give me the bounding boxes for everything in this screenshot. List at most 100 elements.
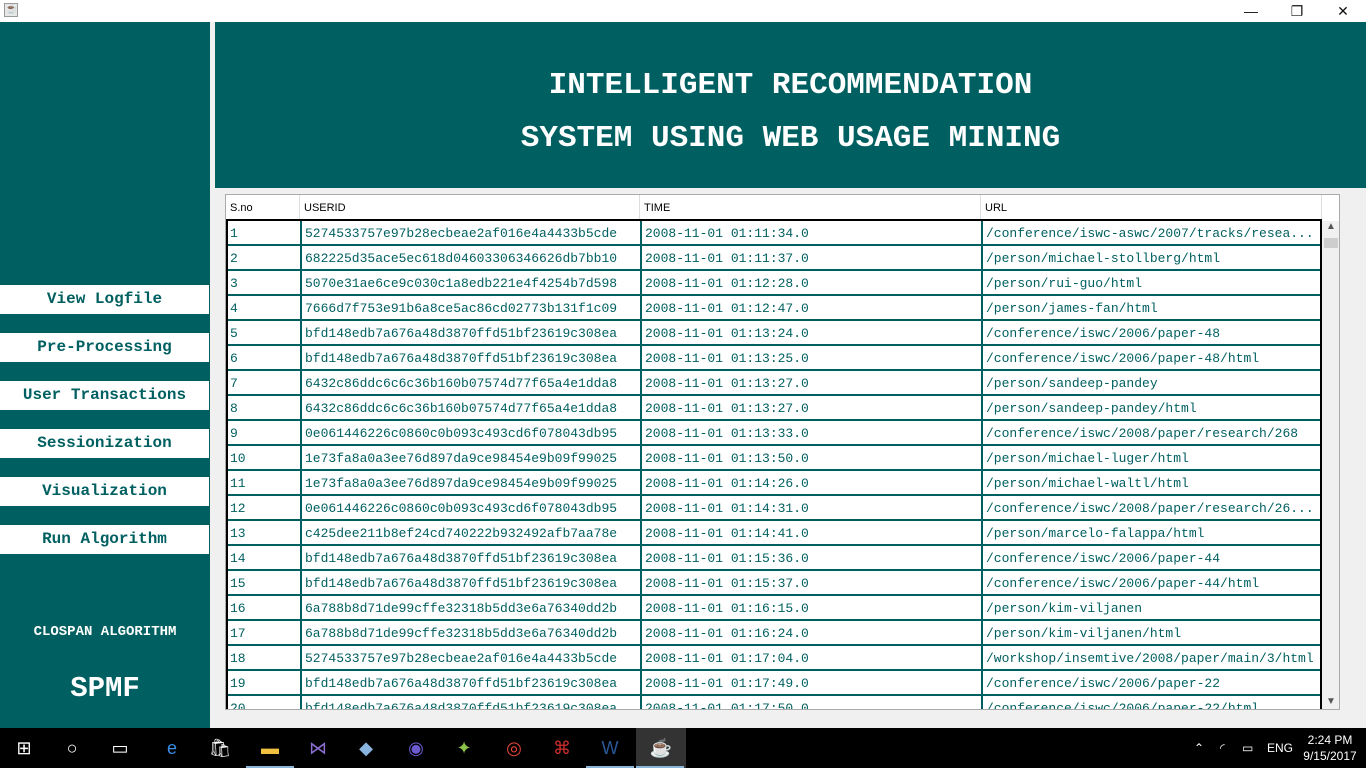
- column-header-url[interactable]: URL: [981, 195, 1322, 219]
- cell-userid[interactable]: bfd148edb7a676a48d3870ffd51bf23619c308ea: [302, 346, 642, 369]
- cell-time[interactable]: 2008-11-01 01:13:50.0: [642, 446, 983, 469]
- file-explorer-icon[interactable]: ▬: [246, 728, 294, 768]
- cell-sno[interactable]: 8: [228, 396, 302, 419]
- visual-studio-icon[interactable]: ⋈: [294, 728, 342, 768]
- cell-time[interactable]: 2008-11-01 01:15:37.0: [642, 571, 983, 594]
- table-row[interactable]: 14 bfd148edb7a676a48d3870ffd51bf23619c308…: [228, 546, 1320, 571]
- table-row[interactable]: 19 bfd148edb7a676a48d3870ffd51bf23619c308…: [228, 671, 1320, 696]
- cell-sno[interactable]: 6: [228, 346, 302, 369]
- cell-sno[interactable]: 13: [228, 521, 302, 544]
- cell-url[interactable]: /person/michael-luger/html: [983, 446, 1322, 469]
- table-row[interactable]: 15 bfd148edb7a676a48d3870ffd51bf23619c308…: [228, 571, 1320, 596]
- sessionization-button[interactable]: Sessionization: [0, 429, 209, 458]
- cell-sno[interactable]: 16: [228, 596, 302, 619]
- cell-sno[interactable]: 17: [228, 621, 302, 644]
- table-row[interactable]: 1 5274533757e97b28ecbeae2af016e4a4433b5cd…: [228, 221, 1320, 246]
- language-indicator[interactable]: ENG: [1267, 728, 1293, 768]
- visualization-button[interactable]: Visualization: [0, 477, 209, 506]
- cell-time[interactable]: 2008-11-01 01:12:47.0: [642, 296, 983, 319]
- cell-userid[interactable]: 5070e31ae6ce9c030c1a8edb221e4f4254b7d598: [302, 271, 642, 294]
- cell-userid[interactable]: c425dee211b8ef24cd740222b932492afb7aa78e: [302, 521, 642, 544]
- table-row[interactable]: 12 0e061446226c0860c0b093c493cd6f078043db…: [228, 496, 1320, 521]
- cell-sno[interactable]: 1: [228, 221, 302, 244]
- close-button[interactable]: ✕: [1320, 0, 1366, 22]
- cell-url[interactable]: /person/michael-stollberg/html: [983, 246, 1322, 269]
- cell-sno[interactable]: 7: [228, 371, 302, 394]
- column-header-time[interactable]: TIME: [640, 195, 981, 219]
- cell-sno[interactable]: 2: [228, 246, 302, 269]
- cell-time[interactable]: 2008-11-01 01:11:37.0: [642, 246, 983, 269]
- cell-sno[interactable]: 20: [228, 696, 302, 709]
- cell-time[interactable]: 2008-11-01 01:12:28.0: [642, 271, 983, 294]
- cell-time[interactable]: 2008-11-01 01:14:41.0: [642, 521, 983, 544]
- vertical-scrollbar[interactable]: ▲ ▼: [1322, 221, 1339, 709]
- cell-userid[interactable]: 6432c86ddc6c6c36b160b07574d77f65a4e1dda8: [302, 371, 642, 394]
- cell-time[interactable]: 2008-11-01 01:11:34.0: [642, 221, 983, 244]
- table-row[interactable]: 16 6a788b8d71de99cffe32318b5dd3e6a76340dd…: [228, 596, 1320, 621]
- cell-sno[interactable]: 5: [228, 321, 302, 344]
- cell-url[interactable]: /person/kim-viljanen/html: [983, 621, 1322, 644]
- cell-url[interactable]: /person/sandeep-pandey: [983, 371, 1322, 394]
- cell-url[interactable]: /conference/iswc/2006/paper-44/html: [983, 571, 1322, 594]
- cell-time[interactable]: 2008-11-01 01:16:24.0: [642, 621, 983, 644]
- cell-userid[interactable]: 7666d7f753e91b6a8ce5ac86cd02773b131f1c09: [302, 296, 642, 319]
- cell-time[interactable]: 2008-11-01 01:13:24.0: [642, 321, 983, 344]
- cell-userid[interactable]: 6432c86ddc6c6c36b160b07574d77f65a4e1dda8: [302, 396, 642, 419]
- run-algorithm-button[interactable]: Run Algorithm: [0, 525, 209, 554]
- table-row[interactable]: 4 7666d7f753e91b6a8ce5ac86cd02773b131f1c0…: [228, 296, 1320, 321]
- view-logfile-button[interactable]: View Logfile: [0, 285, 209, 314]
- cell-time[interactable]: 2008-11-01 01:13:33.0: [642, 421, 983, 444]
- scroll-up-icon[interactable]: ▲: [1322, 221, 1339, 232]
- cell-time[interactable]: 2008-11-01 01:14:26.0: [642, 471, 983, 494]
- cell-userid[interactable]: 5274533757e97b28ecbeae2af016e4a4433b5cde: [302, 646, 642, 669]
- cell-sno[interactable]: 19: [228, 671, 302, 694]
- cell-url[interactable]: /conference/iswc/2008/paper/research/26.…: [983, 496, 1322, 519]
- cell-url[interactable]: /workshop/insemtive/2008/paper/main/3/ht…: [983, 646, 1322, 669]
- cell-userid[interactable]: 1e73fa8a0a3ee76d897da9ce98454e9b09f99025: [302, 446, 642, 469]
- cell-time[interactable]: 2008-11-01 01:13:25.0: [642, 346, 983, 369]
- cell-sno[interactable]: 11: [228, 471, 302, 494]
- cell-url[interactable]: /conference/iswc/2006/paper-44: [983, 546, 1322, 569]
- table-row[interactable]: 6 bfd148edb7a676a48d3870ffd51bf23619c308e…: [228, 346, 1320, 371]
- scrollbar-thumb[interactable]: [1324, 238, 1338, 248]
- show-hidden-icons[interactable]: ⌃: [1194, 728, 1204, 768]
- cell-userid[interactable]: 682225d35ace5ec618d04603306346626db7bb10: [302, 246, 642, 269]
- cell-userid[interactable]: bfd148edb7a676a48d3870ffd51bf23619c308ea: [302, 571, 642, 594]
- cell-sno[interactable]: 18: [228, 646, 302, 669]
- cell-userid[interactable]: bfd148edb7a676a48d3870ffd51bf23619c308ea: [302, 546, 642, 569]
- column-header-userid[interactable]: USERID: [300, 195, 640, 219]
- scroll-down-icon[interactable]: ▼: [1322, 696, 1339, 707]
- cell-userid[interactable]: 6a788b8d71de99cffe32318b5dd3e6a76340dd2b: [302, 621, 642, 644]
- cell-sno[interactable]: 10: [228, 446, 302, 469]
- clock[interactable]: 2:24 PM 9/15/2017: [1300, 732, 1360, 764]
- minimize-button[interactable]: —: [1228, 0, 1274, 22]
- cell-userid[interactable]: 0e061446226c0860c0b093c493cd6f078043db95: [302, 496, 642, 519]
- cell-sno[interactable]: 14: [228, 546, 302, 569]
- cell-time[interactable]: 2008-11-01 01:17:04.0: [642, 646, 983, 669]
- table-row[interactable]: 20 bfd148edb7a676a48d3870ffd51bf23619c308…: [228, 696, 1320, 709]
- pre-processing-button[interactable]: Pre-Processing: [0, 333, 209, 362]
- cell-url[interactable]: /person/rui-guo/html: [983, 271, 1322, 294]
- cell-time[interactable]: 2008-11-01 01:17:50.0: [642, 696, 983, 709]
- table-row[interactable]: 7 6432c86ddc6c6c36b160b07574d77f65a4e1dda…: [228, 371, 1320, 396]
- cell-url[interactable]: /person/kim-viljanen: [983, 596, 1322, 619]
- cell-sno[interactable]: 3: [228, 271, 302, 294]
- table-row[interactable]: 5 bfd148edb7a676a48d3870ffd51bf23619c308e…: [228, 321, 1320, 346]
- cell-url[interactable]: /conference/iswc/2006/paper-22: [983, 671, 1322, 694]
- cell-userid[interactable]: 1e73fa8a0a3ee76d897da9ce98454e9b09f99025: [302, 471, 642, 494]
- wifi-icon[interactable]: ◜: [1220, 728, 1225, 768]
- virtualbox-icon[interactable]: ◆: [342, 728, 390, 768]
- cell-url[interactable]: /conference/iswc/2006/paper-48/html: [983, 346, 1322, 369]
- column-header-sno[interactable]: S.no: [226, 195, 300, 219]
- maximize-button[interactable]: ❐: [1274, 0, 1320, 22]
- table-row[interactable]: 2 682225d35ace5ec618d04603306346626db7bb1…: [228, 246, 1320, 271]
- table-row[interactable]: 9 0e061446226c0860c0b093c493cd6f078043db9…: [228, 421, 1320, 446]
- cell-url[interactable]: /conference/iswc/2006/paper-48: [983, 321, 1322, 344]
- cell-url[interactable]: /person/marcelo-falappa/html: [983, 521, 1322, 544]
- table-row[interactable]: 11 1e73fa8a0a3ee76d897da9ce98454e9b09f990…: [228, 471, 1320, 496]
- cell-sno[interactable]: 15: [228, 571, 302, 594]
- cell-url[interactable]: /conference/iswc/2008/paper/research/268: [983, 421, 1322, 444]
- cell-url[interactable]: /person/sandeep-pandey/html: [983, 396, 1322, 419]
- cell-sno[interactable]: 12: [228, 496, 302, 519]
- cell-url[interactable]: /person/michael-waltl/html: [983, 471, 1322, 494]
